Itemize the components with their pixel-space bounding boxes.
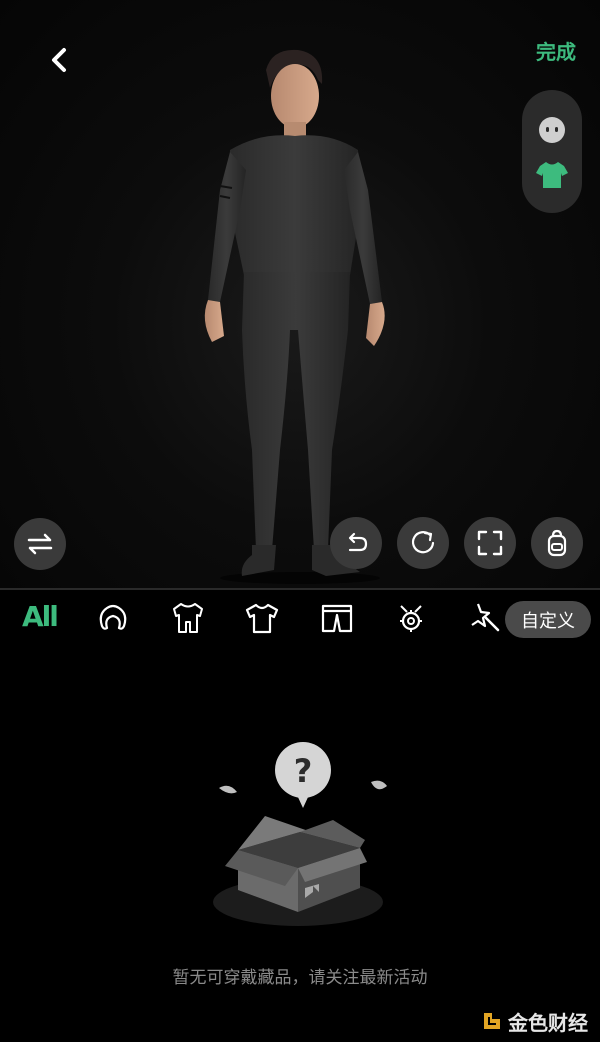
reset-rotation-button[interactable] <box>397 517 449 569</box>
backpack-icon <box>547 529 567 557</box>
watermark: 金色财经 <box>482 1006 588 1036</box>
avatar-model[interactable] <box>190 40 410 585</box>
svg-text:?: ? <box>294 752 313 790</box>
swap-arrows-icon <box>27 533 53 555</box>
accessory-icon[interactable] <box>393 600 429 636</box>
category-tabbar: All 自定义 <box>0 590 600 648</box>
undo-icon <box>348 532 368 552</box>
outfit-mode-option[interactable] <box>534 156 570 192</box>
effect-icon[interactable] <box>468 600 504 636</box>
view-mode-toggle <box>522 90 582 213</box>
swap-button[interactable] <box>14 518 66 570</box>
pants-icon[interactable] <box>319 600 355 636</box>
undo-button[interactable] <box>330 517 382 569</box>
redo-icon <box>411 531 435 554</box>
fullscreen-button[interactable] <box>464 517 516 569</box>
empty-box-illustration: ? <box>213 742 387 926</box>
face-icon <box>539 117 565 143</box>
watermark-logo-icon <box>484 1013 500 1029</box>
back-button[interactable] <box>44 40 78 80</box>
tshirt-icon[interactable] <box>244 600 280 636</box>
watermark-text: 金色财经 <box>508 1010 588 1035</box>
face-mode-option[interactable] <box>534 112 570 148</box>
chevron-left-icon <box>52 48 66 72</box>
custom-button[interactable]: 自定义 <box>505 601 591 638</box>
outfit-icon[interactable] <box>170 600 206 636</box>
tab-all[interactable]: All <box>22 600 59 633</box>
shirt-icon <box>536 162 568 188</box>
fullscreen-icon <box>477 530 503 556</box>
backpack-button[interactable] <box>531 517 583 569</box>
avatar-stage: 完成 <box>0 0 600 588</box>
done-button[interactable]: 完成 <box>536 36 576 65</box>
empty-state-message: 暂无可穿戴藏品，请关注最新活动 <box>172 968 428 988</box>
hair-icon[interactable] <box>95 600 131 636</box>
